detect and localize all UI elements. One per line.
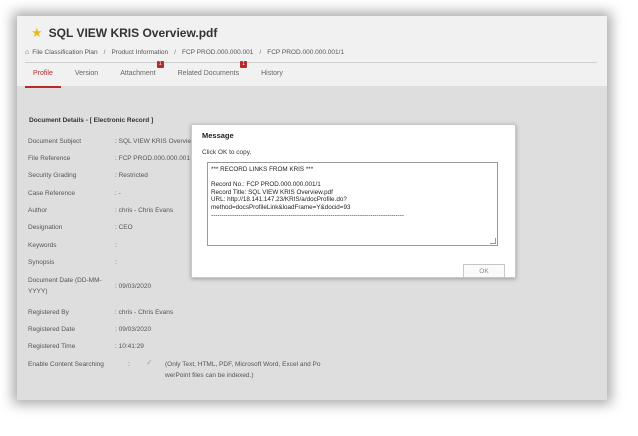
header-divider <box>25 62 597 63</box>
checkbox[interactable]: ✓ <box>146 357 153 368</box>
section-title: Document Details - [ Electronic Record ] <box>29 117 154 124</box>
detail-label: Enable Content Searching <box>28 361 104 368</box>
document-header: ★ SQL VIEW KRIS Overview.pdf ⌂ File Clas… <box>17 16 607 88</box>
tab-label: Attachment <box>120 70 156 77</box>
breadcrumb-separator: / <box>259 49 262 56</box>
count-badge: 1 <box>156 61 164 68</box>
detail-value: : SQL VIEW KRIS Overvie <box>115 138 191 145</box>
ok-button[interactable]: OK <box>463 264 505 278</box>
detail-colon: : <box>128 361 130 368</box>
title-row: ★ SQL VIEW KRIS Overview.pdf <box>31 25 217 41</box>
app-window: ★ SQL VIEW KRIS Overview.pdf ⌂ File Clas… <box>17 16 607 400</box>
detail-label: Security Grading <box>28 172 77 179</box>
tab-bar: Profile Version Attachment 1 Related Doc… <box>25 61 297 88</box>
content-search-note-line-2: werPoint files can be indexed.) <box>165 372 254 379</box>
breadcrumb-item-record[interactable]: FCP PROD.000.000.001/1 <box>267 49 344 56</box>
count-badge: 1 <box>240 61 248 68</box>
detail-value: : 10:41:29 <box>115 343 144 350</box>
tab-history[interactable]: History <box>253 66 291 86</box>
tab-attachment[interactable]: Attachment 1 <box>112 61 164 86</box>
detail-value: : Restricted <box>115 172 148 179</box>
tab-profile[interactable]: Profile <box>25 66 61 88</box>
detail-label: File Reference <box>28 155 71 162</box>
text-line: ----------------------------------------… <box>211 211 404 219</box>
tab-label: Profile <box>33 70 53 77</box>
detail-label: Registered By <box>28 309 69 316</box>
detail-label: Designation <box>28 224 63 231</box>
breadcrumb-item-product-information[interactable]: Product Information <box>111 49 168 56</box>
detail-value: : FCP PROD.000.000.001 <box>115 155 191 162</box>
detail-label: Document Subject <box>28 138 82 145</box>
home-icon[interactable]: ⌂ <box>25 49 29 56</box>
page-title: SQL VIEW KRIS Overview.pdf <box>48 26 218 40</box>
detail-value: : 09/03/2020 <box>115 326 152 333</box>
detail-value: : CEO <box>115 224 133 231</box>
text-line: URL: http://18.141.147.23/KRIS/a/docProf… <box>211 196 347 204</box>
message-dialog: Message Click OK to copy. *** RECORD LIN… <box>191 124 516 278</box>
tab-version[interactable]: Version <box>67 66 106 86</box>
detail-value: : 09/03/2020 <box>115 283 152 290</box>
breadcrumb: ⌂ File Classification Plan / Product Inf… <box>25 49 344 56</box>
detail-label: Registered Date <box>28 326 75 333</box>
detail-value: : ✓ (Only Text, HTML, PDF, Microsoft Wor… <box>128 358 320 379</box>
detail-value: : <box>115 242 117 249</box>
content-search-note: (Only Text, HTML, PDF, Microsoft Word, E… <box>165 359 320 381</box>
tab-label: Version <box>74 70 99 77</box>
text-line <box>211 174 497 182</box>
breadcrumb-separator: / <box>174 49 176 56</box>
tab-label: History <box>261 70 283 77</box>
record-links-textarea[interactable]: *** RECORD LINKS FROM KRIS *** Record No… <box>207 162 498 246</box>
detail-value: : <box>115 259 117 266</box>
star-icon[interactable]: ★ <box>31 25 43 41</box>
breadcrumb-item-fcp[interactable]: File Classification Plan <box>32 49 97 56</box>
detail-label: Keywords <box>28 242 57 249</box>
detail-label: Document Date (DD-MM-YYYY) <box>28 277 102 295</box>
dialog-title: Message <box>202 131 234 140</box>
tab-related-documents[interactable]: Related Documents 1 <box>170 61 248 86</box>
tab-label: Related Documents <box>177 70 240 77</box>
breadcrumb-item-file[interactable]: FCP PROD.000.000.001 <box>182 49 253 56</box>
detail-label: Author <box>28 207 48 214</box>
detail-value: : - <box>115 190 121 197</box>
text-line: method=docsProfileLink&loadFrame=Y&docid… <box>211 203 351 211</box>
detail-value: : chris - Chris Evans <box>115 309 174 316</box>
detail-value: : chris - Chris Evans <box>115 207 174 214</box>
resize-grip-icon[interactable] <box>490 238 496 244</box>
text-line: Record No.: FCP PROD.000.000.001/1 <box>211 181 321 189</box>
breadcrumb-separator: / <box>103 49 106 56</box>
text-line: Record Title: SQL VIEW KRIS Overview.pdf <box>211 188 333 196</box>
detail-label: Synopsis <box>28 259 55 266</box>
content-search-note-line-1: (Only Text, HTML, PDF, Microsoft Word, E… <box>165 361 321 368</box>
dialog-message: Click OK to copy. <box>202 149 252 156</box>
detail-label: Registered Time <box>28 343 76 350</box>
text-line: *** RECORD LINKS FROM KRIS *** <box>211 166 314 173</box>
detail-label: Case Reference <box>28 190 75 197</box>
